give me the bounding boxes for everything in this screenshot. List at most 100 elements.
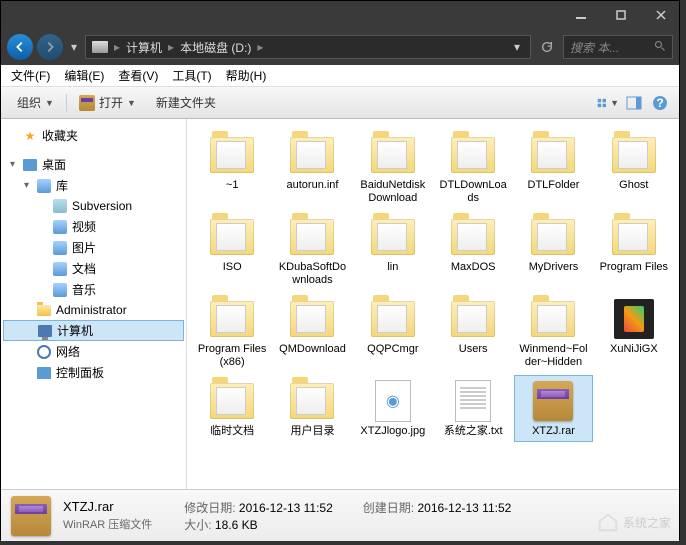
file-item[interactable]: DTLFolder <box>514 129 592 209</box>
folder-icon <box>451 137 495 173</box>
forward-button[interactable] <box>37 34 63 60</box>
rar-icon <box>11 496 51 536</box>
minimize-button[interactable] <box>567 5 595 25</box>
file-item[interactable]: MaxDOS <box>434 211 512 291</box>
preview-pane-button[interactable] <box>623 92 645 114</box>
menu-help[interactable]: 帮助(H) <box>220 65 273 86</box>
details-filetype: WinRAR 压缩文件 <box>63 516 152 532</box>
new-folder-button[interactable]: 新建文件夹 <box>148 91 224 114</box>
tree-desktop[interactable]: ▾桌面 <box>3 154 184 175</box>
tree-favorites[interactable]: ★收藏夹 <box>3 125 184 146</box>
menu-view[interactable]: 查看(V) <box>112 65 164 86</box>
file-label: MyDrivers <box>529 261 579 274</box>
folder-icon <box>531 301 575 337</box>
tree-controlpanel[interactable]: 控制面板 <box>3 362 184 383</box>
tree-documents[interactable]: 文档 <box>3 258 184 279</box>
tree-admin[interactable]: Administrator <box>3 300 184 320</box>
file-item[interactable]: Program Files <box>595 211 673 291</box>
desktop-icon <box>22 157 38 173</box>
address-bar[interactable]: ▸ 计算机 ▸ 本地磁盘 (D:) ▸ ▾ <box>85 35 531 59</box>
file-item[interactable]: 临时文档 <box>193 375 271 442</box>
file-label: QQPCmgr <box>367 343 418 356</box>
folder-icon <box>290 137 334 173</box>
file-label: XTZJlogo.jpg <box>360 425 425 438</box>
menu-bar: 文件(F) 编辑(E) 查看(V) 工具(T) 帮助(H) <box>1 65 679 87</box>
file-item[interactable]: QQPCmgr <box>354 293 432 373</box>
file-item[interactable]: XTZJ.rar <box>514 375 592 442</box>
menu-file[interactable]: 文件(F) <box>5 65 56 86</box>
file-label: QMDownload <box>279 343 346 356</box>
file-item[interactable]: ◉ XTZJlogo.jpg <box>354 375 432 442</box>
folder-icon <box>531 219 575 255</box>
tree-video[interactable]: 视频 <box>3 216 184 237</box>
maximize-button[interactable] <box>607 5 635 25</box>
history-dropdown[interactable]: ▾ <box>67 40 81 54</box>
file-label: Ghost <box>619 179 648 192</box>
details-created: 2016-12-13 11:52 <box>417 501 511 515</box>
nav-tree: ★收藏夹 ▾桌面 ▾库 Subversion 视频 图片 文档 音乐 Admin… <box>1 119 187 489</box>
file-item[interactable]: Users <box>434 293 512 373</box>
file-label: DTLDownLoads <box>437 179 509 205</box>
file-label: lin <box>387 261 398 274</box>
text-file-icon <box>455 380 491 422</box>
file-label: Users <box>459 343 488 356</box>
pictures-icon <box>52 240 68 256</box>
open-button[interactable]: 打开▼ <box>71 91 144 114</box>
network-icon <box>36 344 52 360</box>
breadcrumb-drive[interactable]: 本地磁盘 (D:) <box>180 39 251 56</box>
close-button[interactable] <box>647 5 675 25</box>
help-button[interactable]: ? <box>649 92 671 114</box>
file-item[interactable]: ISO <box>193 211 271 291</box>
file-item[interactable]: Ghost <box>595 129 673 209</box>
file-label: BaiduNetdiskDownload <box>357 179 429 205</box>
menu-edit[interactable]: 编辑(E) <box>58 65 110 86</box>
folder-icon <box>290 301 334 337</box>
file-label: 系统之家.txt <box>444 425 503 438</box>
file-label: Program Files <box>600 261 668 274</box>
folder-icon <box>210 383 254 419</box>
breadcrumb-computer[interactable]: 计算机 <box>126 39 162 56</box>
file-item[interactable]: 用户目录 <box>273 375 351 442</box>
app-icon <box>614 299 654 339</box>
file-item[interactable]: Program Files (x86) <box>193 293 271 373</box>
control-panel-icon <box>36 365 52 381</box>
file-item[interactable]: XuNiJiGX <box>595 293 673 373</box>
refresh-button[interactable] <box>535 35 559 59</box>
file-item[interactable]: lin <box>354 211 432 291</box>
file-item[interactable]: MyDrivers <box>514 211 592 291</box>
tree-libraries[interactable]: ▾库 <box>3 175 184 196</box>
tree-subversion[interactable]: Subversion <box>3 196 184 216</box>
rar-icon <box>533 381 573 421</box>
file-label: Winmend~Folder~Hidden <box>517 343 589 369</box>
tree-network[interactable]: 网络 <box>3 341 184 362</box>
toolbar: 组织▼ 打开▼ 新建文件夹 ▼ ? <box>1 87 679 119</box>
file-item[interactable]: ~1 <box>193 129 271 209</box>
address-dropdown[interactable]: ▾ <box>510 40 524 54</box>
details-size: 18.6 KB <box>215 518 258 532</box>
file-item[interactable]: 系统之家.txt <box>434 375 512 442</box>
folder-icon <box>612 137 656 173</box>
back-button[interactable] <box>7 34 33 60</box>
search-box[interactable]: 搜索 本... <box>563 35 673 59</box>
organize-button[interactable]: 组织▼ <box>9 91 62 114</box>
file-label: XTZJ.rar <box>532 425 575 438</box>
file-list[interactable]: ~1autorun.infBaiduNetdiskDownload DTLDown… <box>187 119 679 489</box>
folder-icon <box>531 137 575 173</box>
tree-computer[interactable]: 计算机 <box>3 320 184 341</box>
file-item[interactable]: BaiduNetdiskDownload <box>354 129 432 209</box>
folder-icon <box>371 301 415 337</box>
file-label: 临时文档 <box>210 425 254 438</box>
image-file-icon: ◉ <box>375 380 411 422</box>
file-item[interactable]: DTLDownLoads <box>434 129 512 209</box>
tree-pictures[interactable]: 图片 <box>3 237 184 258</box>
computer-icon <box>37 323 53 339</box>
view-options-button[interactable]: ▼ <box>597 92 619 114</box>
folder-icon <box>371 219 415 255</box>
menu-tools[interactable]: 工具(T) <box>166 65 217 86</box>
search-placeholder: 搜索 本... <box>570 39 619 56</box>
file-item[interactable]: QMDownload <box>273 293 351 373</box>
tree-music[interactable]: 音乐 <box>3 279 184 300</box>
file-item[interactable]: KDubaSoftDownloads <box>273 211 351 291</box>
file-item[interactable]: autorun.inf <box>273 129 351 209</box>
file-item[interactable]: Winmend~Folder~Hidden <box>514 293 592 373</box>
